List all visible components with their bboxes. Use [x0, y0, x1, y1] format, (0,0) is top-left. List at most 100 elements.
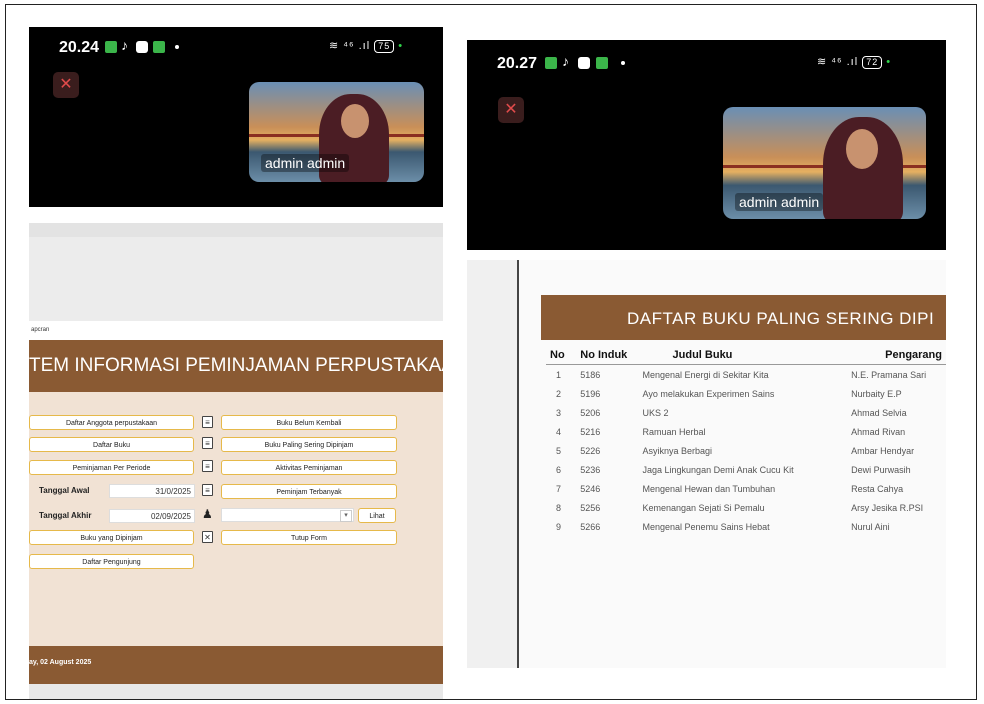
table-cell: Ayo melakukan Experimen Sains: [642, 388, 775, 399]
table-cell: Ambar Hendyar: [851, 445, 915, 456]
ribbon-area: [29, 237, 443, 321]
battery-icon: 72: [862, 56, 883, 69]
column-header: Judul Buku: [638, 346, 848, 365]
person-icon: ♟: [202, 507, 213, 521]
table-cell: Nurul Aini: [851, 521, 890, 532]
member-select[interactable]: ▾: [221, 508, 354, 522]
status-time: 20.24: [59, 39, 100, 56]
table-cell: Mengenal Hewan dan Tumbuhan: [642, 483, 776, 494]
table-cell: 5266: [580, 521, 601, 532]
buku-belum-kembali-button[interactable]: Buku Belum Kembali: [221, 415, 397, 430]
table-row: 5 5226 Asyiknya Berbagi Ambar Hendyar: [546, 441, 946, 460]
app-icon: [596, 57, 608, 69]
table-cell: 5: [556, 445, 562, 456]
table-cell: Ahmad Selvia: [851, 407, 907, 418]
report-sidebar: [467, 260, 519, 668]
column-header: No Induk: [576, 346, 639, 365]
table-cell: 5186: [580, 369, 601, 380]
table-cell: Kemenangan Sejati Si Pemalu: [642, 502, 765, 513]
signal-icons: ≋ ⁴⁶ .ıl 75 •: [329, 40, 404, 53]
table-cell: 9: [556, 521, 562, 532]
tanggal-awal-field[interactable]: 31/0/2025: [109, 484, 195, 498]
table-cell: 5216: [580, 426, 601, 437]
table-cell: 4: [556, 426, 562, 437]
table-cell: UKS 2: [642, 407, 669, 418]
table-cell: 8: [556, 502, 562, 513]
column-header: No: [546, 346, 577, 365]
footer-date: ay, 02 August 2025: [29, 659, 92, 666]
table-row: 7 5246 Mengenal Hewan dan Tumbuhan Resta Ca…: [546, 479, 946, 498]
table-cell: Mengenal Energi di Sekitar Kita: [642, 369, 769, 380]
notification-dot-icon: [621, 61, 625, 65]
participant-name: admin admin: [735, 193, 824, 211]
report-icon: ≡: [202, 416, 213, 428]
peminjaman-per-periode-button[interactable]: Peminjaman Per Periode: [29, 460, 194, 475]
table-cell: 5246: [580, 483, 601, 494]
chevron-down-icon[interactable]: ▾: [340, 510, 352, 522]
tiktok-icon: ♪: [562, 53, 569, 69]
right-phone-screen: 20.27 ♪ ≋ ⁴⁶ .ıl 72 • ✕ admin admin DAFT…: [467, 40, 946, 668]
message-app-icon: [545, 57, 557, 69]
report-title-bar: DAFTAR BUKU PALING SERING DIPI: [541, 295, 946, 340]
table-cell: 6: [556, 464, 562, 475]
signal-icons: ≋ ⁴⁶ .ıl 72 •: [817, 56, 892, 69]
table-cell: 3: [556, 407, 562, 418]
table-cell: 5236: [580, 464, 601, 475]
aktivitas-peminjaman-button[interactable]: Aktivitas Peminjaman: [221, 460, 397, 475]
tanggal-akhir-field[interactable]: 02/09/2025: [109, 509, 195, 523]
form-title-bar: TEM INFORMASI PEMINJAMAN PERPUSTAKAAN: [29, 340, 443, 392]
buku-paling-sering-button[interactable]: Buku Paling Sering Dipinjam: [221, 437, 397, 452]
table-cell: Resta Cahya: [851, 483, 904, 494]
table-row: 3 5206 UKS 2 Ahmad Selvia: [546, 403, 946, 422]
lihat-button[interactable]: Lihat: [358, 508, 396, 523]
participant-face: [846, 129, 878, 169]
form-footer: ay, 02 August 2025: [29, 646, 443, 684]
table-cell: Arsy Jesika R.PSI: [851, 502, 924, 513]
column-header: Pengarang: [847, 346, 946, 365]
peminjam-terbanyak-button[interactable]: Peminjam Terbanyak: [221, 484, 397, 499]
table-row: 6 5236 Jaga Lingkungan Demi Anak Cucu Kit D…: [546, 460, 946, 479]
report-table: No No Induk Judul Buku Pengarang 1 5186 Me…: [546, 346, 946, 536]
participant-video[interactable]: admin admin: [249, 82, 424, 182]
table-cell: Ahmad Rivan: [851, 426, 906, 437]
table-cell: Ramuan Herbal: [642, 426, 706, 437]
window-toolbar: [29, 223, 443, 237]
left-phone-screen: 20.24 ♪ ≋ ⁴⁶ .ıl 75 • ✕ admin admin apcr…: [29, 27, 443, 699]
daftar-anggota-button[interactable]: Daftar Anggota perpustakaan: [29, 415, 194, 430]
form-title: TEM INFORMASI PEMINJAMAN PERPUSTAKAAN: [29, 355, 443, 376]
youtube-icon: [578, 57, 590, 69]
battery-icon: 75: [374, 40, 395, 53]
daftar-pengunjung-button[interactable]: Daftar Pengunjung: [29, 554, 194, 569]
table-cell: N.E. Pramana Sari: [851, 369, 927, 380]
table-cell: Jaga Lingkungan Demi Anak Cucu Kit: [642, 464, 794, 475]
participant-face: [341, 104, 369, 138]
notification-dot-icon: [175, 45, 179, 49]
table-row: 4 5216 Ramuan Herbal Ahmad Rivan: [546, 422, 946, 441]
table-row: 1 5186 Mengenal Energi di Sekitar Kita N.E.…: [546, 365, 946, 385]
table-cell: 5226: [580, 445, 601, 456]
close-form-icon: ✕: [202, 531, 213, 543]
buku-dipinjam-button[interactable]: Buku yang Dipinjam: [29, 530, 194, 545]
table-cell: 5206: [580, 407, 601, 418]
table-cell: 5196: [580, 388, 601, 399]
daftar-buku-button[interactable]: Daftar Buku: [29, 437, 194, 452]
table-cell: 1: [556, 369, 562, 380]
table-header-row: No No Induk Judul Buku Pengarang: [546, 346, 946, 365]
muted-mic-icon: ✕: [53, 72, 79, 98]
muted-mic-icon: ✕: [498, 97, 524, 123]
tiktok-icon: ♪: [121, 37, 128, 53]
status-time: 20.27: [497, 55, 538, 72]
table-cell: 7: [556, 483, 562, 494]
bottom-strip: [29, 684, 443, 699]
participant-name: admin admin: [261, 154, 350, 172]
report-title: DAFTAR BUKU PALING SERING DIPI: [627, 309, 935, 328]
table-row: 8 5256 Kemenangan Sejati Si Pemalu Arsy Jes…: [546, 498, 946, 517]
tutup-form-button[interactable]: Tutup Form: [221, 530, 397, 545]
youtube-icon: [136, 41, 148, 53]
participant-video[interactable]: admin admin: [723, 107, 926, 219]
table-cell: 5256: [580, 502, 601, 513]
report-icon: ≡: [202, 484, 213, 496]
table-cell: 2: [556, 388, 562, 399]
breadcrumb: apcran: [31, 327, 50, 333]
report-icon: ≡: [202, 437, 213, 449]
